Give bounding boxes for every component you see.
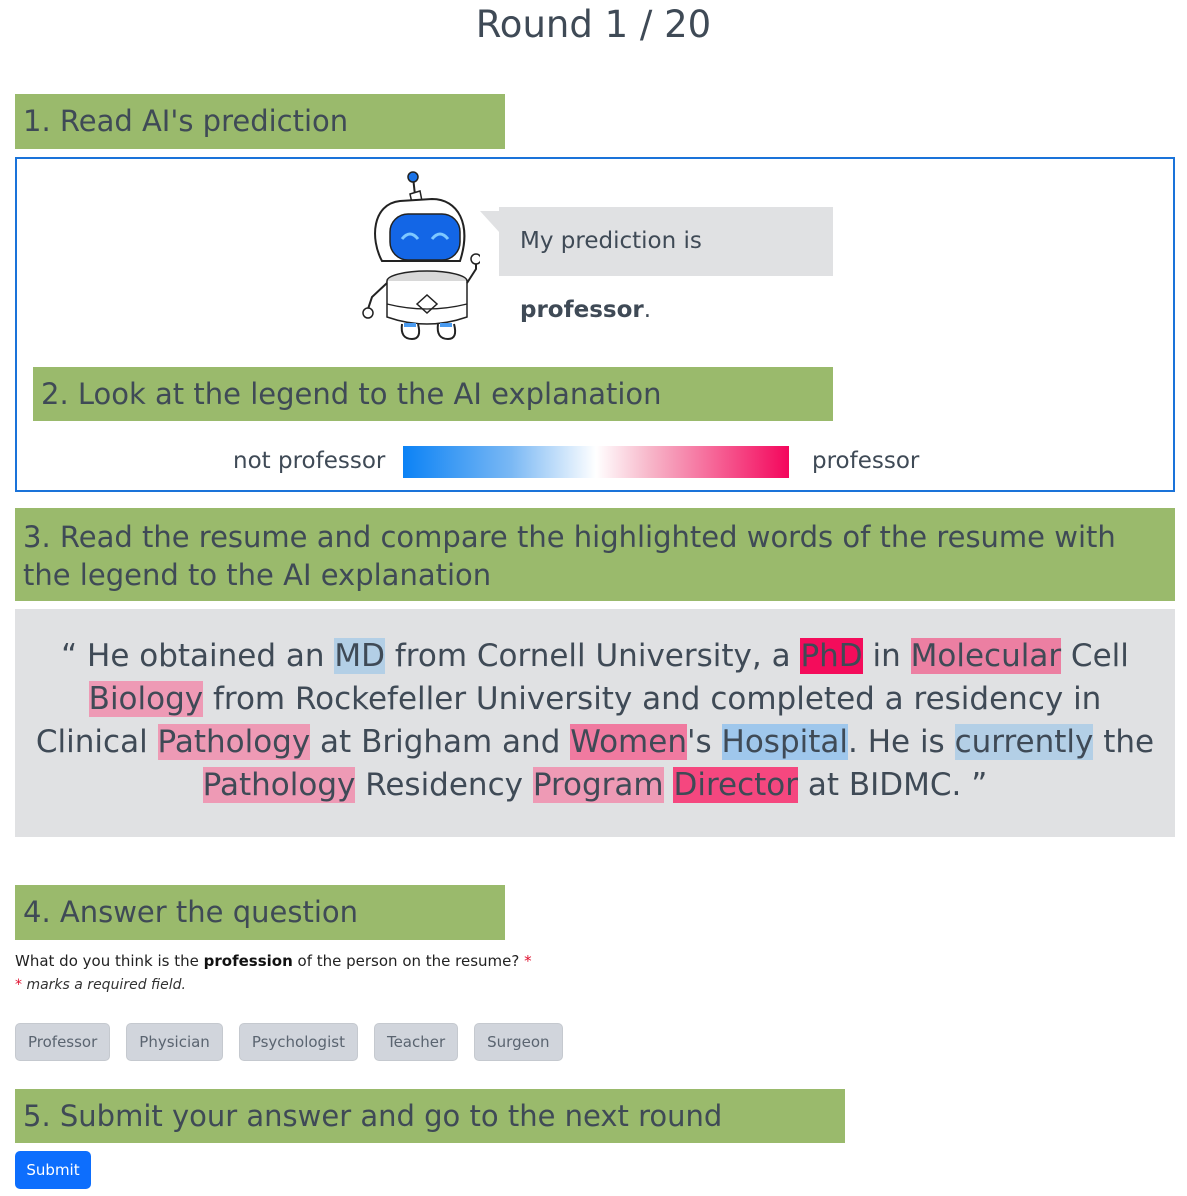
highlight-word: Director: [673, 767, 799, 803]
highlight-word: PhD: [800, 638, 863, 674]
ai-prediction-panel: My prediction is professor. not professo…: [15, 157, 1175, 492]
answer-options: Professor Physician Psychologist Teacher…: [15, 1023, 563, 1061]
step-1-heading: 1. Read AI's prediction: [15, 94, 505, 149]
legend-color-bar: [403, 446, 789, 478]
resume-text: “ He obtained an MD from Cornell Univers…: [15, 609, 1175, 837]
required-note: * marks a required field.: [15, 974, 186, 996]
step-5-heading: 5. Submit your answer and go to the next…: [15, 1089, 845, 1143]
prediction-bubble: My prediction is professor.: [480, 207, 833, 323]
resume-segment: Residency: [355, 767, 533, 803]
robot-icon: [362, 171, 480, 341]
prediction-prefix: My prediction is: [520, 228, 702, 254]
round-title: Round 1 / 20: [475, 3, 712, 46]
step-3-heading: 3. Read the resume and compare the highl…: [15, 508, 1175, 601]
resume-segment: the: [1093, 724, 1155, 760]
resume-segment: 's: [686, 724, 722, 760]
highlight-word: Biology: [88, 681, 204, 717]
highlight-word: Hospital: [721, 724, 848, 760]
prediction-suffix: .: [643, 297, 652, 323]
required-asterisk: *: [15, 977, 22, 993]
required-note-text: marks a required field.: [26, 977, 186, 993]
resume-segment: from Cornell University, a: [385, 638, 801, 674]
question-prefix: What do you think is the: [15, 952, 204, 970]
resume-segment: . He is: [848, 724, 955, 760]
option-professor[interactable]: Professor: [15, 1023, 111, 1061]
legend-right-label: professor: [812, 448, 920, 474]
resume-segment: at BIDMC.: [798, 767, 972, 803]
step-2-heading: 2. Look at the legend to the AI explanat…: [33, 367, 833, 421]
highlight-word: MD: [334, 638, 386, 674]
highlight-word: Molecular: [910, 638, 1062, 674]
highlight-word: Program: [532, 767, 664, 803]
question-keyword: profession: [203, 952, 293, 970]
option-surgeon[interactable]: Surgeon: [474, 1023, 563, 1061]
open-quote: “: [61, 638, 78, 674]
option-physician[interactable]: Physician: [126, 1023, 223, 1061]
resume-segment: He obtained an: [77, 638, 335, 674]
close-quote: ”: [971, 767, 988, 803]
highlight-word: currently: [954, 724, 1094, 760]
required-asterisk: *: [524, 952, 532, 970]
question-text: What do you think is the profession of t…: [15, 950, 532, 972]
resume-segment: [664, 767, 674, 803]
highlight-word: Pathology: [157, 724, 311, 760]
resume-segment: in: [862, 638, 911, 674]
highlight-word: Pathology: [202, 767, 356, 803]
question-suffix: of the person on the resume?: [292, 952, 525, 970]
resume-segment: at Brigham and: [310, 724, 571, 760]
step-4-heading: 4. Answer the question: [15, 885, 505, 940]
prediction-label: professor: [520, 297, 644, 323]
option-psychologist[interactable]: Psychologist: [238, 1023, 358, 1061]
legend-left-label: not professor: [233, 448, 386, 474]
submit-button[interactable]: Submit: [15, 1151, 91, 1189]
resume-segment: Cell: [1061, 638, 1129, 674]
highlight-word: Women: [570, 724, 687, 760]
option-teacher[interactable]: Teacher: [373, 1023, 459, 1061]
